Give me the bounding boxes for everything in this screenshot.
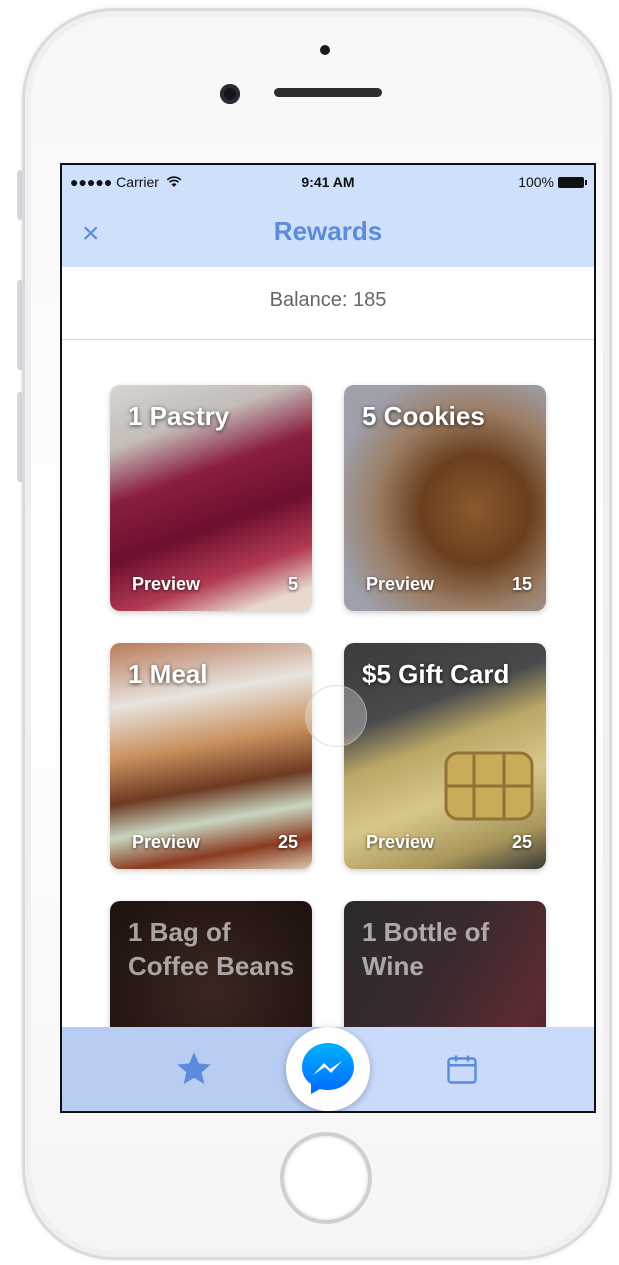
reward-title: 1 Pastry: [128, 401, 230, 431]
proximity-sensor: [320, 45, 330, 55]
home-button[interactable]: [280, 1132, 372, 1224]
balance-row: Balance: 185: [62, 267, 594, 340]
messenger-icon: [302, 1043, 354, 1094]
reward-card[interactable]: 1 Pastry Preview 5: [110, 385, 312, 611]
balance-label: Balance: 185: [269, 289, 387, 311]
reward-title: 5 Cookies: [362, 401, 485, 431]
front-camera: [220, 84, 240, 104]
reward-card[interactable]: $5 Gift Card Preview 25: [344, 643, 546, 869]
preview-link[interactable]: Preview: [132, 574, 200, 595]
battery-icon: [558, 176, 587, 188]
page-title: Rewards: [273, 216, 383, 246]
reward-cost: 25: [511, 832, 532, 852]
reward-card[interactable]: 5 Cookies Preview 15: [344, 385, 546, 611]
navigation-bar: × Rewards: [62, 201, 594, 267]
calendar-icon[interactable]: [444, 1051, 480, 1087]
preview-link[interactable]: Preview: [132, 832, 200, 853]
reward-title: 1 Bottle of Wine: [362, 917, 490, 981]
reward-title: $5 Gift Card: [362, 659, 510, 689]
star-icon[interactable]: [174, 1049, 214, 1089]
reward-title: 1 Bag of Coffee Beans: [128, 917, 295, 981]
chip-graphic: [444, 751, 534, 821]
reward-cost: 25: [277, 832, 298, 852]
reward-card[interactable]: 1 Bottle of Wine: [344, 901, 546, 1039]
reward-card[interactable]: 1 Bag of Coffee Beans: [110, 901, 312, 1039]
touch-indicator: [305, 685, 367, 747]
messenger-button[interactable]: [286, 1027, 370, 1111]
reward-cost: 5: [287, 574, 298, 594]
battery-indicator: 100%: [518, 174, 587, 190]
reward-cost: 15: [511, 574, 532, 594]
reward-title: 1 Meal: [128, 659, 208, 689]
earpiece-speaker: [274, 88, 382, 97]
preview-link[interactable]: Preview: [366, 832, 434, 853]
battery-percent: 100%: [518, 174, 554, 190]
status-bar: ●●●●● Carrier 9:41 AM 100%: [62, 165, 594, 201]
app-screen: ●●●●● Carrier 9:41 AM 100% × Rewards Bal…: [60, 163, 596, 1113]
reward-card[interactable]: 1 Meal Preview 25: [110, 643, 312, 869]
clock: 9:41 AM: [301, 174, 355, 190]
preview-link[interactable]: Preview: [366, 574, 434, 595]
